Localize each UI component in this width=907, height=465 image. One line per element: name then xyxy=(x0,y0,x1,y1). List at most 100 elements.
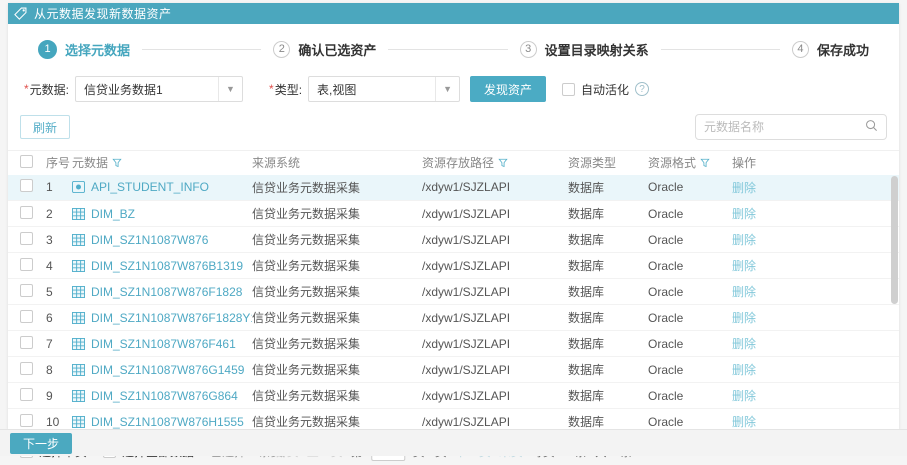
resource-format-cell: Oracle xyxy=(648,382,732,409)
delete-link[interactable]: 删除 xyxy=(732,233,756,247)
metadata-select-value: 信贷业务数据1 xyxy=(84,82,163,97)
step-1[interactable]: 1 选择元数据 xyxy=(38,39,130,59)
table-icon xyxy=(72,337,85,350)
source-system-cell: 信贷业务元数据采集 xyxy=(252,226,422,253)
table-row[interactable]: 4 DIM_SZ1N1087W876B1319 信贷业务元数据采集 /xdyw1… xyxy=(8,252,899,279)
resource-type-cell: 数据库 xyxy=(568,226,648,253)
table-row[interactable]: 7 DIM_SZ1N1087W876F461 信贷业务元数据采集 /xdyw1/… xyxy=(8,330,899,357)
row-checkbox[interactable] xyxy=(20,335,33,349)
step-2[interactable]: 2 确认已选资产 xyxy=(273,40,376,59)
col-header-path[interactable]: 资源存放路径 xyxy=(422,150,568,175)
step-2-number: 2 xyxy=(273,40,291,58)
resource-path-cell: /xdyw1/SJZLAPI xyxy=(422,304,568,331)
table-row[interactable]: 5 DIM_SZ1N1087W876F1828 信贷业务元数据采集 /xdyw1… xyxy=(8,278,899,305)
metadata-table: 序号 元数据 来源系统 资源存放路径 资源类型 资源格式 操作 1 API_ST… xyxy=(8,150,899,435)
metadata-label: 元数据: xyxy=(29,82,70,97)
select-all-header-checkbox[interactable] xyxy=(20,154,33,168)
resource-format-cell: Oracle xyxy=(648,356,732,383)
resource-format-cell: Oracle xyxy=(648,174,732,201)
bottom-action-bar: 下一步 xyxy=(0,429,907,456)
refresh-button[interactable]: 刷新 xyxy=(20,115,71,139)
metadata-name-link[interactable]: DIM_SZ1N1087W876 xyxy=(91,233,208,247)
table-toolbar: 刷新 xyxy=(8,114,899,140)
resource-type-cell: 数据库 xyxy=(568,200,648,227)
col-header-index: 序号 xyxy=(46,150,72,175)
resource-path-cell: /xdyw1/SJZLAPI xyxy=(422,226,568,253)
resource-type-cell: 数据库 xyxy=(568,174,648,201)
table-icon xyxy=(72,415,85,428)
table-row[interactable]: 9 DIM_SZ1N1087W876G864 信贷业务元数据采集 /xdyw1/… xyxy=(8,382,899,409)
filter-icon[interactable] xyxy=(700,157,710,171)
delete-link[interactable]: 删除 xyxy=(732,181,756,195)
auto-activate-group: 自动活化 ? xyxy=(562,81,650,98)
metadata-name-link[interactable]: DIM_SZ1N1087W876G864 xyxy=(91,389,238,403)
delete-link[interactable]: 删除 xyxy=(732,363,756,377)
search-icon[interactable] xyxy=(865,119,878,135)
table-icon xyxy=(72,389,85,402)
step-4[interactable]: 4 保存成功 xyxy=(791,40,869,59)
table-row[interactable]: 3 DIM_SZ1N1087W876 信贷业务元数据采集 /xdyw1/SJZL… xyxy=(8,226,899,253)
metadata-name-link[interactable]: DIM_BZ xyxy=(91,207,135,221)
row-checkbox[interactable] xyxy=(20,179,33,193)
filter-icon[interactable] xyxy=(112,157,122,171)
auto-activate-label: 自动活化 xyxy=(581,82,630,97)
col-header-type: 资源类型 xyxy=(568,150,648,175)
type-select[interactable]: 表,视图 ▼ xyxy=(308,76,461,102)
resource-format-cell: Oracle xyxy=(648,278,732,305)
chevron-down-icon: ▼ xyxy=(218,77,242,101)
metadata-name-link[interactable]: DIM_SZ1N1087W876F461 xyxy=(91,337,236,351)
source-system-cell: 信贷业务元数据采集 xyxy=(252,304,422,331)
delete-link[interactable]: 删除 xyxy=(732,337,756,351)
delete-link[interactable]: 删除 xyxy=(732,311,756,325)
metadata-name-link[interactable]: DIM_SZ1N1087W876F1828Y1113 xyxy=(91,311,252,325)
row-checkbox[interactable] xyxy=(20,413,33,427)
table-row[interactable]: 8 DIM_SZ1N1087W876G1459 信贷业务元数据采集 /xdyw1… xyxy=(8,356,899,383)
filter-icon[interactable] xyxy=(498,157,508,171)
metadata-name-link[interactable]: DIM_SZ1N1087W876F1828 xyxy=(91,285,242,299)
row-checkbox[interactable] xyxy=(20,309,33,323)
step-3-label: 设置目录映射关系 xyxy=(544,42,649,58)
type-label: 类型: xyxy=(274,82,303,97)
row-index: 4 xyxy=(46,252,72,279)
resource-path-cell: /xdyw1/SJZLAPI xyxy=(422,330,568,357)
row-checkbox[interactable] xyxy=(20,257,33,271)
table-row[interactable]: 2 DIM_BZ 信贷业务元数据采集 /xdyw1/SJZLAPI 数据库 Or… xyxy=(8,200,899,227)
row-checkbox[interactable] xyxy=(20,387,33,401)
source-system-cell: 信贷业务元数据采集 xyxy=(252,356,422,383)
row-checkbox[interactable] xyxy=(20,231,33,245)
col-header-metadata[interactable]: 元数据 xyxy=(72,150,252,175)
delete-link[interactable]: 删除 xyxy=(732,259,756,273)
resource-path-cell: /xdyw1/SJZLAPI xyxy=(422,356,568,383)
step-2-label: 确认已选资产 xyxy=(298,42,377,58)
row-checkbox[interactable] xyxy=(20,205,33,219)
table-icon xyxy=(72,285,85,298)
filter-form: * 元数据: 信贷业务数据1 ▼ * 类型: 表,视图 ▼ 发现资产 自动活化 … xyxy=(8,76,899,102)
wizard-stepper: 1 选择元数据 2 确认已选资产 3 设置目录映射关系 4 保存成功 xyxy=(8,36,899,62)
step-3[interactable]: 3 设置目录映射关系 xyxy=(519,40,649,59)
resource-format-cell: Oracle xyxy=(648,252,732,279)
delete-link[interactable]: 删除 xyxy=(732,207,756,221)
table-row[interactable]: 1 API_STUDENT_INFO 信贷业务元数据采集 /xdyw1/SJZL… xyxy=(8,174,899,201)
metadata-name-link[interactable]: DIM_SZ1N1087W876G1459 xyxy=(91,363,244,377)
vertical-scrollbar[interactable] xyxy=(891,176,898,304)
row-checkbox[interactable] xyxy=(20,361,33,375)
resource-type-cell: 数据库 xyxy=(568,356,648,383)
metadata-select[interactable]: 信贷业务数据1 ▼ xyxy=(75,76,244,102)
help-icon[interactable]: ? xyxy=(635,82,650,96)
next-step-button[interactable]: 下一步 xyxy=(10,432,73,454)
search-input[interactable] xyxy=(704,120,865,134)
metadata-name-link[interactable]: API_STUDENT_INFO xyxy=(91,180,209,194)
metadata-name-link[interactable]: DIM_SZ1N1087W876B1319 xyxy=(91,259,243,273)
metadata-name-link[interactable]: DIM_SZ1N1087W876H1555 xyxy=(91,415,244,429)
col-header-format[interactable]: 资源格式 xyxy=(648,150,732,175)
delete-link[interactable]: 删除 xyxy=(732,415,756,429)
resource-type-cell: 数据库 xyxy=(568,330,648,357)
discover-assets-button[interactable]: 发现资产 xyxy=(470,76,547,102)
delete-link[interactable]: 删除 xyxy=(732,389,756,403)
resource-format-cell: Oracle xyxy=(648,304,732,331)
table-row[interactable]: 6 DIM_SZ1N1087W876F1828Y1113 信贷业务元数据采集 /… xyxy=(8,304,899,331)
delete-link[interactable]: 删除 xyxy=(732,285,756,299)
auto-activate-checkbox[interactable] xyxy=(562,82,576,96)
row-checkbox[interactable] xyxy=(20,283,33,297)
step-connector xyxy=(660,48,780,50)
